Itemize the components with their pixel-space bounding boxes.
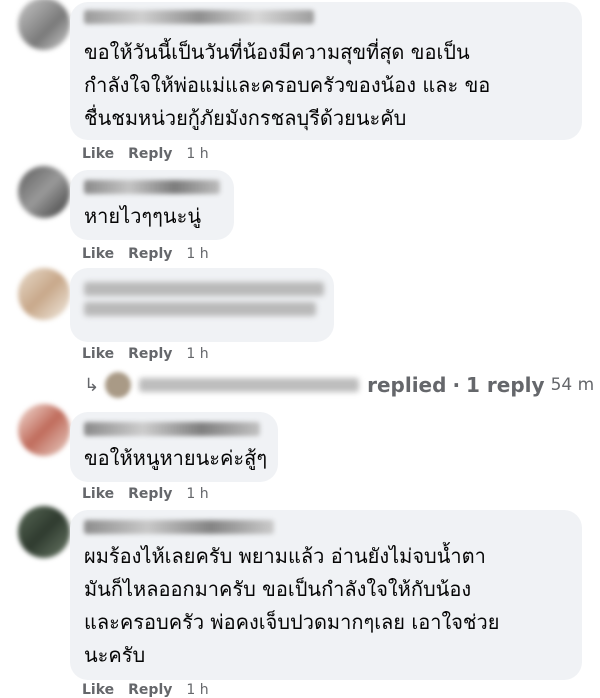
view-replies-link[interactable]: ↳ replied · 1 reply 54 m <box>84 372 594 398</box>
comment-time[interactable]: 1 h <box>186 682 208 698</box>
comment-text: หายไวๆๆนะนู่ <box>84 204 201 228</box>
avatar[interactable] <box>18 404 70 456</box>
like-button[interactable]: Like <box>82 486 114 502</box>
like-button[interactable]: Like <box>82 346 114 362</box>
commenter-name[interactable] <box>84 282 324 296</box>
comment-time[interactable]: 1 h <box>186 486 208 502</box>
reply-time: 54 m <box>550 375 595 395</box>
comment-actions: Like Reply 1 h <box>82 246 209 262</box>
comment-text: ผมร้องไห้เลยครับ พยามแล้ว อ่านยังไม่จบน้… <box>84 544 500 667</box>
comment-actions: Like Reply 1 h <box>82 486 209 502</box>
comment-bubble: ขอให้หนูหายนะค่ะสู้ๆ <box>70 412 278 482</box>
avatar[interactable] <box>18 506 70 558</box>
replier-avatar <box>105 372 132 398</box>
comment-actions: Like Reply 1 h <box>82 146 209 162</box>
comment-time[interactable]: 1 h <box>186 346 208 362</box>
reply-button[interactable]: Reply <box>128 346 172 362</box>
reply-button[interactable]: Reply <box>128 682 172 698</box>
reply-count: 1 reply <box>466 373 545 397</box>
commenter-name[interactable] <box>84 180 220 194</box>
avatar[interactable] <box>18 166 70 218</box>
comment-bubble: ผมร้องไห้เลยครับ พยามแล้ว อ่านยังไม่จบน้… <box>70 510 582 680</box>
like-button[interactable]: Like <box>82 146 114 162</box>
replier-name <box>139 378 360 392</box>
comment-bubble: ขอให้วันนี้เป็นวันที่น้องมีความสุขที่สุด… <box>70 2 582 140</box>
reply-button[interactable]: Reply <box>128 146 172 162</box>
comment-time[interactable]: 1 h <box>186 246 208 262</box>
separator-dot: · <box>452 373 461 397</box>
comment-text: ขอให้หนูหายนะค่ะสู้ๆ <box>84 446 268 470</box>
comment-time[interactable]: 1 h <box>186 146 208 162</box>
like-button[interactable]: Like <box>82 682 114 698</box>
comment-text-blurred <box>84 302 316 316</box>
avatar[interactable] <box>18 268 70 320</box>
commenter-name[interactable] <box>84 422 260 436</box>
comment-bubble: หายไวๆๆนะนู่ <box>70 170 234 240</box>
avatar[interactable] <box>18 0 70 50</box>
reply-arrow-icon: ↳ <box>84 374 100 396</box>
comment-text: ขอให้วันนี้เป็นวันที่น้องมีความสุขที่สุด… <box>84 40 491 130</box>
commenter-name[interactable] <box>84 520 274 534</box>
reply-button[interactable]: Reply <box>128 486 172 502</box>
comment-actions: Like Reply 1 h <box>82 682 209 698</box>
reply-button[interactable]: Reply <box>128 246 172 262</box>
commenter-name[interactable] <box>84 10 314 24</box>
comment-bubble <box>70 268 334 342</box>
comment-actions: Like Reply 1 h <box>82 346 209 362</box>
like-button[interactable]: Like <box>82 246 114 262</box>
replied-label: replied <box>367 373 447 397</box>
